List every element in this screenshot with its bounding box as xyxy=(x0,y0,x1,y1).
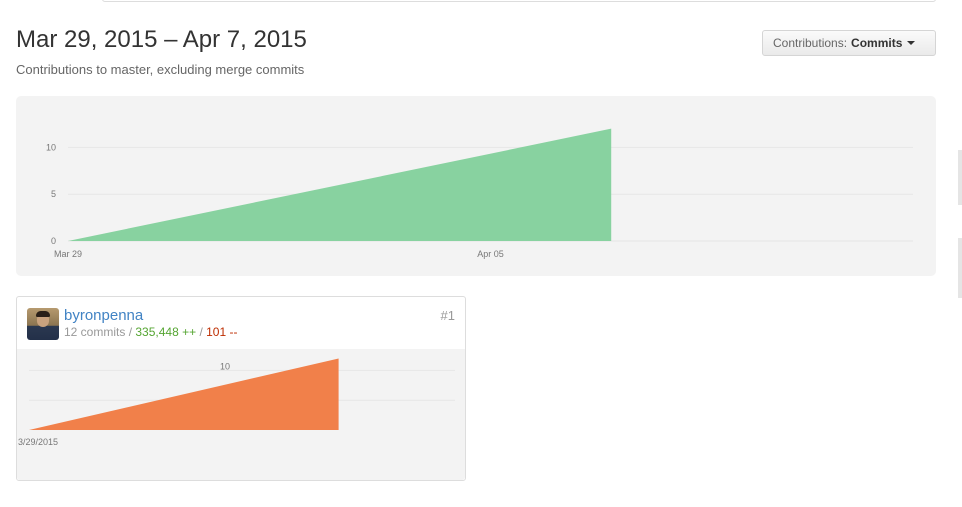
stats-separator: / xyxy=(196,325,207,339)
tab-strip xyxy=(102,0,936,2)
contributor-area-series xyxy=(29,358,339,430)
contributor-rank: #1 xyxy=(440,308,455,323)
y-tick-label: 10 xyxy=(220,361,230,371)
contributions-chart[interactable]: 0 5 10 Mar 29 Apr 05 xyxy=(16,96,936,276)
contributions-chart-svg: 0 5 10 Mar 29 Apr 05 xyxy=(46,128,913,259)
y-tick-label: 5 xyxy=(51,189,56,199)
avatar-hair xyxy=(36,311,50,317)
x-tick-label: Apr 05 xyxy=(477,249,504,259)
right-panel-edge xyxy=(958,238,962,298)
stats-separator: / xyxy=(125,325,136,339)
x-tick-label: 3/29/2015 xyxy=(18,437,58,447)
y-tick-label: 0 xyxy=(51,236,56,246)
y-tick-label: 10 xyxy=(46,142,56,152)
caret-down-icon xyxy=(907,41,916,45)
x-tick-label: Mar 29 xyxy=(54,249,82,259)
contributor-card: byronpenna 12 commits / 335,448 ++ / 101… xyxy=(16,296,466,481)
top-tab-border xyxy=(16,0,936,2)
contributor-username-link[interactable]: byronpenna xyxy=(64,307,143,324)
date-range-title: Mar 29, 2015 – Apr 7, 2015 xyxy=(16,26,307,53)
commits-area-series xyxy=(68,128,612,241)
contributor-chart-svg: 10 3/29/2015 xyxy=(18,358,455,447)
additions-count: 335,448 ++ xyxy=(135,325,197,339)
dropdown-label: Contributions: xyxy=(773,36,848,50)
avatar[interactable] xyxy=(27,308,59,340)
right-panel-edge xyxy=(958,150,962,205)
contributor-chart: 10 3/29/2015 xyxy=(17,349,465,480)
contributor-stats: 12 commits / 335,448 ++ / 101 -- xyxy=(64,325,237,339)
contributions-type-dropdown[interactable]: Contributions: Commits xyxy=(762,30,936,56)
dropdown-selected-value: Commits xyxy=(851,36,903,50)
commit-count: 12 commits xyxy=(64,325,126,339)
graph-header: Mar 29, 2015 – Apr 7, 2015 Contributions… xyxy=(16,26,307,77)
deletions-count: 101 -- xyxy=(206,325,238,339)
graph-subtitle: Contributions to master, excluding merge… xyxy=(16,62,305,77)
